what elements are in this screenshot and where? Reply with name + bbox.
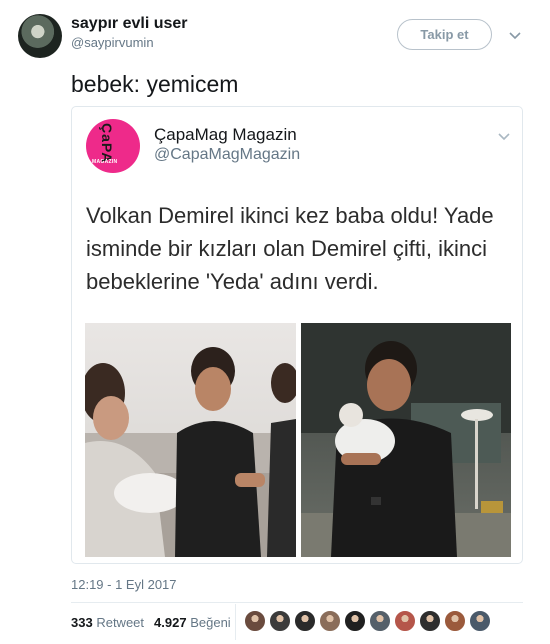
like-stat[interactable]: 4.927 Beğeni	[154, 615, 231, 630]
logo-subtext: MAGAZIN	[92, 159, 118, 165]
photo-family-couch-illustration	[85, 347, 296, 557]
quoted-tweet-text: Volkan Demirel ikinci kez baba oldu! Yad…	[86, 203, 494, 294]
liker-avatar[interactable]	[444, 610, 466, 632]
liker-avatar[interactable]	[469, 610, 491, 632]
chevron-down-icon[interactable]	[497, 129, 511, 143]
liker-avatar[interactable]	[344, 610, 366, 632]
like-count: 4.927	[154, 615, 187, 630]
retweet-count: 333	[71, 615, 93, 630]
author-info: saypır evli user @saypirvumin	[71, 14, 188, 52]
like-label: Beğeni	[190, 615, 231, 630]
photo-family-couch[interactable]	[85, 323, 296, 557]
quoted-author-name[interactable]: ÇapaMag Magazin	[154, 124, 300, 145]
retweet-label: Retweet	[96, 615, 145, 630]
chevron-down-icon[interactable]	[508, 28, 522, 42]
liker-avatar[interactable]	[319, 610, 341, 632]
tweet-text: bebek: yemicem	[71, 71, 239, 97]
liker-avatar[interactable]	[294, 610, 316, 632]
retweet-stat[interactable]: 333 Retweet	[71, 615, 144, 630]
liker-avatar[interactable]	[369, 610, 391, 632]
liker-avatar[interactable]	[244, 610, 266, 632]
quoted-tweet[interactable]: ÇaPA MAGAZIN ÇapaMag Magazin @CapaMagMag…	[71, 106, 523, 564]
author-handle[interactable]: @saypirvumin	[71, 34, 188, 52]
photo-father-baby[interactable]	[301, 323, 511, 557]
liker-avatar[interactable]	[419, 610, 441, 632]
photo-father-baby-illustration	[301, 323, 511, 557]
liker-avatar[interactable]	[269, 610, 291, 632]
logo-wordmark: ÇaPA	[99, 123, 115, 164]
author-avatar[interactable]	[18, 14, 62, 58]
stats-separator	[235, 604, 236, 640]
liker-avatar[interactable]	[394, 610, 416, 632]
stats-divider	[71, 602, 523, 603]
tweet-stats: 333 Retweet 4.927 Beğeni	[71, 615, 231, 630]
quoted-author-avatar[interactable]: ÇaPA MAGAZIN	[86, 119, 140, 173]
tweet-timestamp[interactable]: 12:19 - 1 Eyl 2017	[71, 577, 177, 592]
quoted-author-handle[interactable]: @CapaMagMagazin	[154, 145, 300, 165]
author-name[interactable]: saypır evli user	[71, 14, 188, 34]
liker-avatars	[244, 610, 491, 632]
follow-button[interactable]: Takip et	[397, 19, 492, 50]
quoted-author-info: ÇapaMag Magazin @CapaMagMagazin	[154, 124, 300, 165]
